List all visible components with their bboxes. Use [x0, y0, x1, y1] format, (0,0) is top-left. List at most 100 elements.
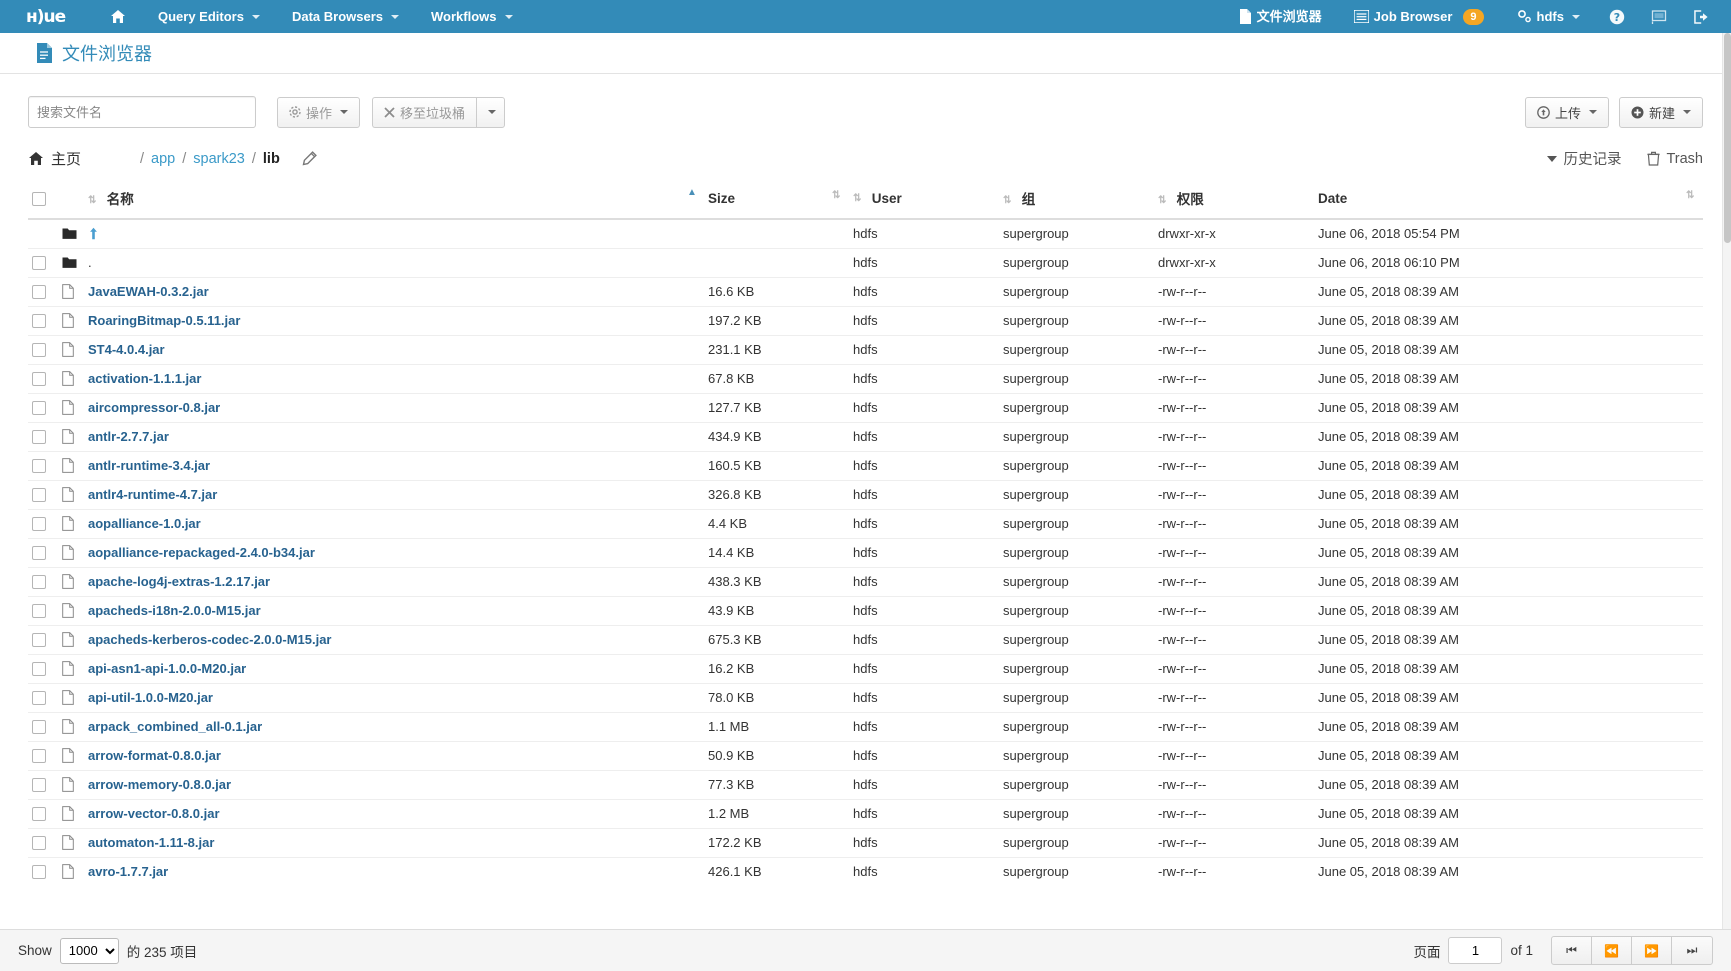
table-row[interactable]: aopalliance-repackaged-2.4.0-b34.jar 14.4… [28, 538, 1703, 568]
header-user[interactable]: ⇅ User [849, 181, 999, 220]
page-number-input[interactable] [1448, 937, 1503, 964]
table-row[interactable]: antlr4-runtime-4.7.jar 326.8 KB hdfs superg… [28, 480, 1703, 510]
next-page-button[interactable]: ⏩ [1632, 937, 1672, 964]
row-permission-cell[interactable]: drwxr-xr-x [1154, 219, 1314, 249]
scrollbar-thumb[interactable] [1724, 33, 1731, 243]
breadcrumb-item-lib[interactable]: lib [263, 151, 280, 167]
row-select-cell[interactable] [28, 306, 58, 336]
header-group[interactable]: ⇅ 组 [999, 181, 1154, 220]
row-name-cell[interactable]: aopalliance-1.0.jar [84, 509, 704, 539]
row-permission-cell[interactable]: -rw-r--r-- [1154, 683, 1314, 713]
row-name-cell[interactable]: apacheds-kerberos-codec-2.0.0-M15.jar [84, 625, 704, 655]
row-name-cell[interactable]: automaton-1.11-8.jar [84, 828, 704, 858]
row-permission-cell[interactable]: -rw-r--r-- [1154, 480, 1314, 510]
row-name-cell[interactable]: api-util-1.0.0-M20.jar [84, 683, 704, 713]
row-name-cell[interactable]: aopalliance-repackaged-2.4.0-b34.jar [84, 538, 704, 568]
row-permission-cell[interactable]: -rw-r--r-- [1154, 422, 1314, 452]
logout-button[interactable] [1680, 0, 1723, 33]
row-select-cell[interactable] [28, 335, 58, 365]
nav-file-browser[interactable]: 文件浏览器 [1223, 0, 1338, 33]
move-to-trash-dropdown[interactable] [476, 96, 506, 128]
row-permission-cell[interactable]: -rw-r--r-- [1154, 857, 1314, 881]
row-permission-cell[interactable]: -rw-r--r-- [1154, 538, 1314, 568]
table-row[interactable]: arpack_combined_all-0.1.jar 1.1 MB hdfs sup… [28, 712, 1703, 742]
file-name-link[interactable]: automaton-1.11-8.jar [88, 835, 214, 850]
table-row[interactable]: antlr-runtime-3.4.jar 160.5 KB hdfs supergr… [28, 451, 1703, 481]
file-name-link[interactable]: activation-1.1.1.jar [88, 371, 201, 386]
file-name-link[interactable]: JavaEWAH-0.3.2.jar [88, 284, 209, 299]
row-checkbox[interactable] [32, 430, 46, 445]
table-row[interactable]: automaton-1.11-8.jar 172.2 KB hdfs supergro… [28, 828, 1703, 858]
table-row[interactable]: JavaEWAH-0.3.2.jar 16.6 KB hdfs supergroup -… [28, 277, 1703, 307]
row-checkbox[interactable] [32, 401, 46, 416]
flag-button[interactable] [1638, 0, 1680, 33]
nav-user-menu[interactable]: hdfs [1500, 0, 1596, 33]
table-row[interactable]: api-util-1.0.0-M20.jar 78.0 KB hdfs supergr… [28, 683, 1703, 713]
row-permission-cell[interactable]: -rw-r--r-- [1154, 654, 1314, 684]
row-permission-cell[interactable]: -rw-r--r-- [1154, 828, 1314, 858]
table-row[interactable]: . hdfs supergroup drwxr-xr-x June 06, 2018 0… [28, 248, 1703, 278]
row-permission-cell[interactable]: -rw-r--r-- [1154, 799, 1314, 829]
row-checkbox[interactable] [32, 807, 46, 822]
row-permission-cell[interactable]: -rw-r--r-- [1154, 509, 1314, 539]
history-button[interactable]: 历史记录 [1547, 148, 1621, 169]
table-row[interactable]: api-asn1-api-1.0.0-M20.jar 16.2 KB hdfs sup… [28, 654, 1703, 684]
nav-data-browsers[interactable]: Data Browsers [276, 0, 415, 33]
breadcrumb-item-app[interactable]: app [151, 151, 175, 167]
row-checkbox[interactable] [32, 517, 46, 532]
nav-query-editors[interactable]: Query Editors [142, 0, 276, 33]
row-name-cell[interactable]: antlr-2.7.7.jar [84, 422, 704, 452]
row-select-cell[interactable] [28, 683, 58, 713]
row-permission-cell[interactable]: -rw-r--r-- [1154, 451, 1314, 481]
actions-button[interactable]: 操作 [277, 96, 361, 128]
row-name-cell[interactable]: JavaEWAH-0.3.2.jar [84, 277, 704, 307]
table-row[interactable]: apache-log4j-extras-1.2.17.jar 438.3 KB hd… [28, 567, 1703, 597]
row-select-cell[interactable] [28, 654, 58, 684]
breadcrumb-item-spark23[interactable]: spark23 [193, 151, 245, 167]
row-name-cell[interactable]: antlr4-runtime-4.7.jar [84, 480, 704, 510]
last-page-button[interactable]: ⏭ [1672, 937, 1712, 964]
row-select-cell[interactable] [28, 422, 58, 452]
row-checkbox[interactable] [32, 691, 46, 706]
nav-home[interactable] [94, 0, 142, 33]
row-checkbox[interactable] [32, 546, 46, 561]
table-row[interactable]: arrow-vector-0.8.0.jar 1.2 MB hdfs supergro… [28, 799, 1703, 829]
table-row[interactable]: avro-1.7.7.jar 426.1 KB hdfs supergroup -rw-… [28, 857, 1703, 881]
file-name-link[interactable]: apacheds-i18n-2.0.0-M15.jar [88, 603, 261, 618]
search-input[interactable] [28, 96, 256, 128]
row-checkbox[interactable] [32, 459, 46, 474]
row-select-cell[interactable] [28, 770, 58, 800]
file-name-link[interactable]: arrow-memory-0.8.0.jar [88, 777, 231, 792]
row-checkbox[interactable] [32, 749, 46, 764]
row-name-cell[interactable]: . [84, 248, 704, 278]
row-checkbox[interactable] [32, 343, 46, 358]
row-select-cell[interactable] [28, 625, 58, 655]
table-row[interactable]: aopalliance-1.0.jar 4.4 KB hdfs supergroup -… [28, 509, 1703, 539]
row-select-cell[interactable] [28, 393, 58, 423]
page-size-select[interactable]: 1000 [59, 937, 119, 964]
parent-directory-icon[interactable] [88, 227, 700, 240]
select-all-header[interactable] [28, 181, 58, 220]
row-checkbox[interactable] [32, 488, 46, 503]
row-permission-cell[interactable]: -rw-r--r-- [1154, 625, 1314, 655]
row-select-cell[interactable] [28, 277, 58, 307]
file-name-link[interactable]: arpack_combined_all-0.1.jar [88, 719, 262, 734]
row-select-cell[interactable] [28, 480, 58, 510]
row-permission-cell[interactable]: -rw-r--r-- [1154, 364, 1314, 394]
row-select-cell[interactable] [28, 828, 58, 858]
row-checkbox[interactable] [32, 865, 46, 880]
row-name-cell[interactable]: api-asn1-api-1.0.0-M20.jar [84, 654, 704, 684]
row-name-cell[interactable]: arrow-vector-0.8.0.jar [84, 799, 704, 829]
first-page-button[interactable]: ⏮ [1552, 937, 1592, 964]
table-row[interactable]: antlr-2.7.7.jar 434.9 KB hdfs supergroup -rw… [28, 422, 1703, 452]
row-name-cell[interactable]: ST4-4.0.4.jar [84, 335, 704, 365]
row-name-cell[interactable]: apacheds-i18n-2.0.0-M15.jar [84, 596, 704, 626]
row-checkbox[interactable] [32, 256, 46, 271]
select-all-checkbox[interactable] [32, 191, 46, 206]
new-button[interactable]: 新建 [1618, 96, 1703, 128]
help-button[interactable]: ? [1596, 0, 1638, 33]
table-row[interactable]: apacheds-kerberos-codec-2.0.0-M15.jar 675… [28, 625, 1703, 655]
vertical-scrollbar[interactable] [1722, 33, 1731, 929]
file-name-link[interactable]: aopalliance-repackaged-2.4.0-b34.jar [88, 545, 315, 560]
breadcrumb-home[interactable]: 主页 [28, 148, 81, 169]
